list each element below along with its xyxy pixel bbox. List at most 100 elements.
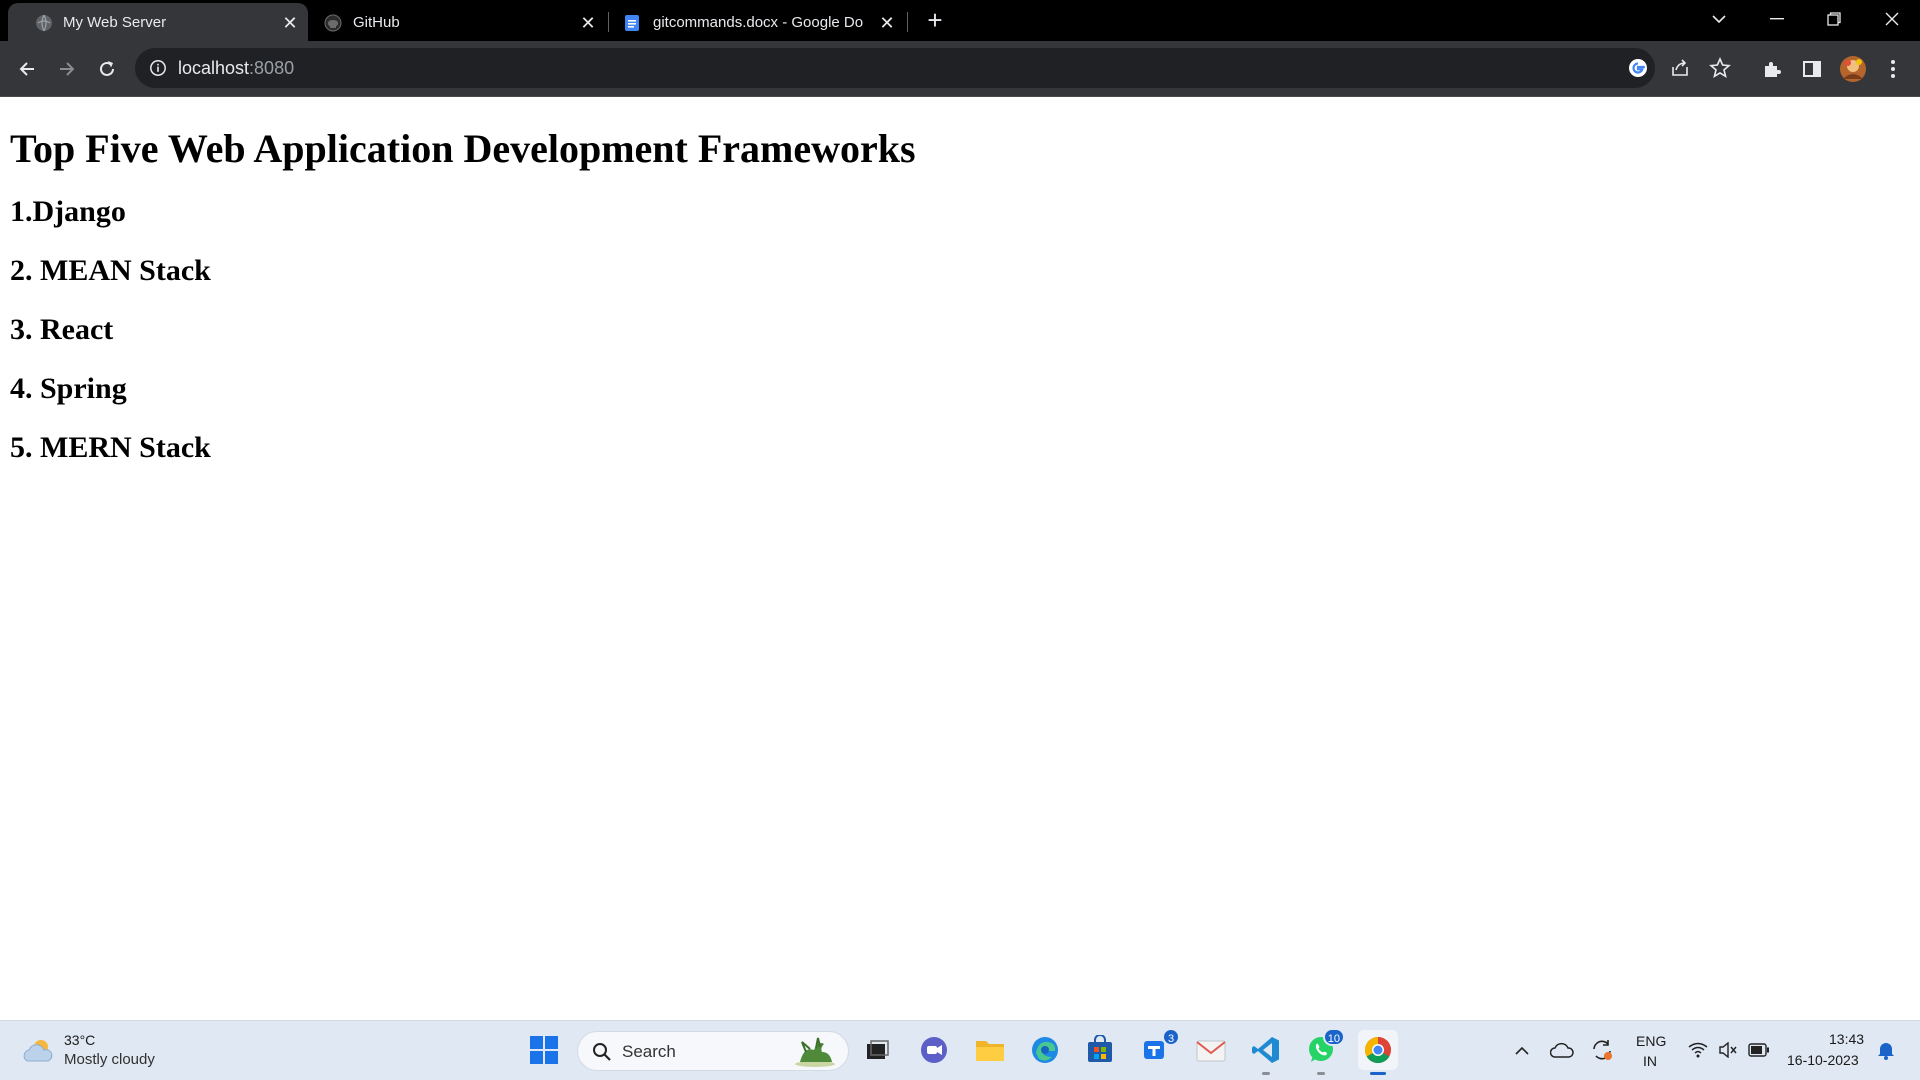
info-icon[interactable] (149, 59, 167, 77)
region-code: IN (1643, 1053, 1657, 1069)
input-language[interactable]: ENG IN (1630, 1027, 1674, 1075)
back-button[interactable] (11, 53, 43, 85)
url-text: localhost:8080 (178, 58, 294, 79)
bookmark-star-icon[interactable] (1709, 56, 1731, 84)
mail-button[interactable] (1193, 1032, 1229, 1068)
cloudy-weather-icon (23, 1040, 53, 1062)
close-tab-icon[interactable]: ✕ (875, 11, 899, 35)
minimize-icon[interactable] (1749, 0, 1805, 38)
teams-chat-button[interactable] (916, 1032, 952, 1068)
avatar-icon (1840, 56, 1866, 82)
url-port: :8080 (249, 58, 295, 78)
tab-title: GitHub (353, 14, 400, 31)
teams-badge: 3 (1162, 1028, 1180, 1046)
language-code: ENG (1636, 1033, 1667, 1049)
page-title: Top Five Web Application Development Fra… (10, 126, 916, 171)
chrome-button[interactable] (1358, 1030, 1398, 1075)
quick-settings[interactable] (1680, 1031, 1780, 1071)
tab-github[interactable]: GitHub ✕ (308, 3, 608, 41)
bell-icon (1878, 1043, 1894, 1060)
sync-button[interactable] (1584, 1032, 1620, 1068)
start-button[interactable] (526, 1032, 562, 1068)
more-vertical-icon (1891, 60, 1895, 78)
weather-widget[interactable]: 33°C Mostly cloudy (14, 1027, 164, 1075)
framework-item-3: 3. React (10, 313, 114, 346)
weather-temp: 33°C (64, 1032, 96, 1048)
task-view-button[interactable] (859, 1032, 895, 1068)
onedrive-button[interactable] (1544, 1032, 1580, 1068)
google-docs-icon (625, 15, 639, 31)
forward-button[interactable] (51, 53, 83, 85)
tab-gitcommands-doc[interactable]: gitcommands.docx - Google Do ✕ (609, 3, 909, 41)
framework-item-1: 1.Django (10, 195, 126, 228)
google-lens-icon[interactable] (1628, 58, 1648, 83)
share-icon[interactable] (1670, 58, 1690, 83)
whatsapp-button[interactable]: 10 (1303, 1028, 1345, 1075)
whatsapp-badge: 10 (1322, 1028, 1345, 1046)
side-panel-button[interactable] (1796, 53, 1828, 85)
side-panel-icon (1803, 61, 1821, 77)
task-view-icon (867, 1040, 889, 1059)
restore-icon[interactable] (1806, 0, 1862, 38)
web-page-content: Top Five Web Application Development Fra… (0, 97, 1920, 1020)
cloud-icon (1550, 1042, 1574, 1058)
new-tab-button[interactable]: + (923, 7, 947, 33)
taskbar-search[interactable]: Search (577, 1031, 849, 1071)
store-icon (1088, 1035, 1112, 1062)
sync-icon (1593, 1040, 1612, 1060)
arrow-left-icon (19, 62, 34, 76)
framework-item-5: 5. MERN Stack (10, 431, 211, 464)
microsoft-store-button[interactable] (1082, 1032, 1118, 1068)
edge-browser-icon (1032, 1037, 1058, 1063)
tab-separator (907, 12, 908, 32)
github-icon (324, 14, 342, 32)
windows-logo-icon (530, 1036, 558, 1064)
address-bar[interactable]: localhost:8080 (135, 48, 1731, 88)
browser-menu-button[interactable] (1877, 53, 1909, 85)
clock[interactable]: 13:43 16-10-2023 (1780, 1025, 1870, 1077)
teams-button[interactable]: 3 (1138, 1028, 1180, 1068)
close-tab-icon[interactable]: ✕ (278, 11, 302, 35)
reload-icon (100, 61, 114, 76)
clock-time: 13:43 (1829, 1031, 1865, 1047)
url-host: localhost (178, 58, 250, 78)
battery-icon (1748, 1043, 1769, 1057)
show-hidden-icons-button[interactable] (1504, 1032, 1540, 1068)
arrow-right-icon (60, 62, 75, 76)
tab-my-web-server[interactable]: My Web Server ✕ (8, 3, 308, 41)
search-highlight-dragon-icon (795, 1037, 835, 1067)
mail-icon (1196, 1040, 1226, 1062)
speaker-muted-icon (1719, 1042, 1737, 1058)
chrome-icon (1364, 1036, 1391, 1064)
tab-strip: My Web Server ✕ GitHub ✕ gitcommands.doc… (0, 0, 1920, 41)
chevron-up-icon (1515, 1046, 1529, 1055)
browser-toolbar: localhost:8080 (0, 41, 1920, 96)
running-indicator (1317, 1072, 1325, 1075)
active-indicator (1370, 1072, 1386, 1075)
extensions-button[interactable] (1756, 53, 1788, 85)
chat-icon (921, 1037, 947, 1063)
reload-button[interactable] (91, 53, 123, 85)
edge-button[interactable] (1027, 1032, 1063, 1068)
clock-date: 16-10-2023 (1787, 1052, 1859, 1068)
wifi-icon (1688, 1042, 1708, 1058)
weather-description: Mostly cloudy (64, 1051, 155, 1068)
vscode-button[interactable] (1248, 1032, 1284, 1075)
close-window-icon[interactable] (1864, 0, 1920, 38)
file-explorer-button[interactable] (972, 1032, 1008, 1068)
tab-search-dropdown-icon[interactable] (1691, 0, 1747, 38)
framework-item-2: 2. MEAN Stack (10, 254, 211, 287)
vscode-icon (1252, 1037, 1279, 1063)
search-placeholder: Search (622, 1042, 676, 1061)
globe-icon (36, 14, 52, 32)
notifications-button[interactable] (1868, 1032, 1904, 1068)
profile-avatar[interactable] (1837, 53, 1869, 85)
puzzle-icon (1765, 62, 1781, 77)
tab-title: gitcommands.docx - Google Do (653, 14, 864, 31)
search-icon (593, 1043, 611, 1061)
folder-icon (976, 1041, 1004, 1061)
framework-item-4: 4. Spring (10, 372, 127, 405)
close-tab-icon[interactable]: ✕ (576, 11, 600, 35)
running-indicator (1262, 1072, 1270, 1075)
tab-title: My Web Server (63, 14, 167, 31)
